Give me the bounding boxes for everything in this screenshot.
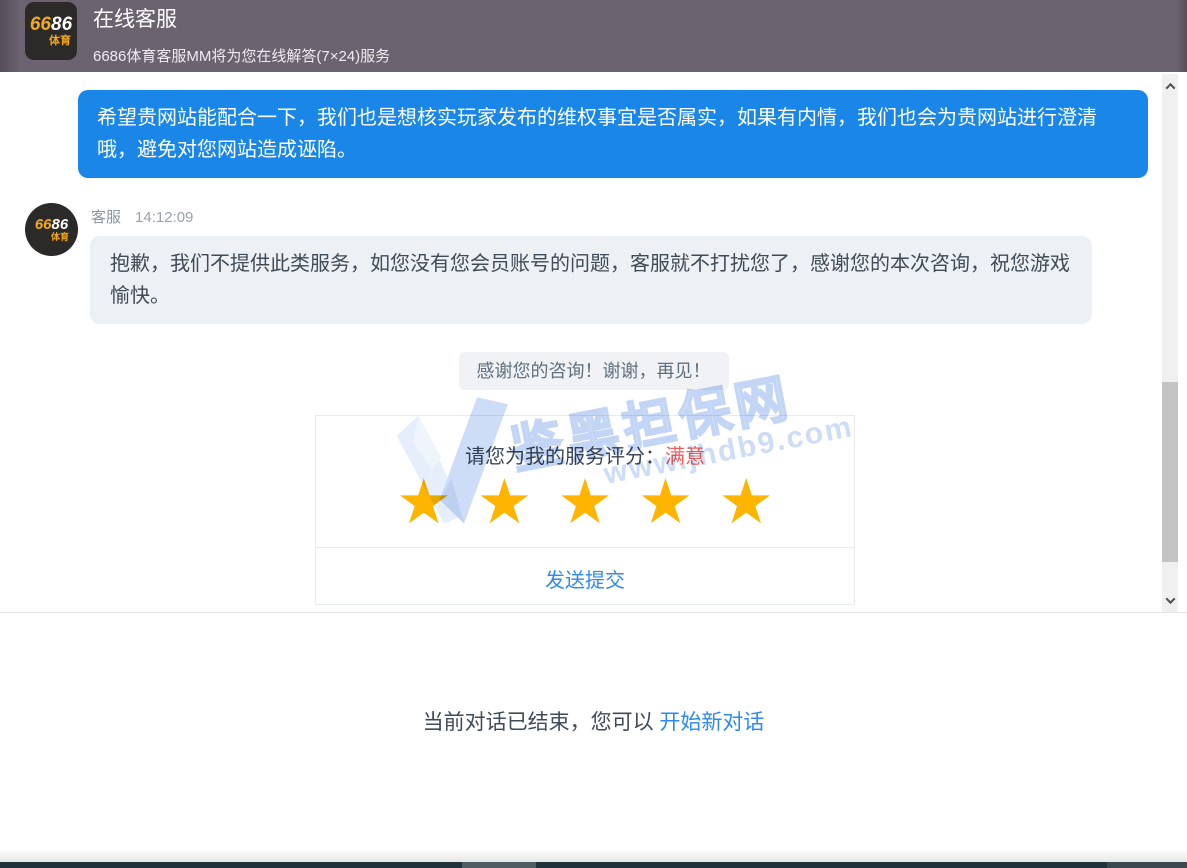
rating-submit-button[interactable]: 发送提交 [316, 564, 854, 593]
agent-meta: 客服 14:12:09 [91, 206, 193, 227]
chat-footer-divider [0, 612, 1187, 613]
start-new-chat-link[interactable]: 开始新对话 [659, 711, 764, 734]
chevron-down-icon [1165, 594, 1175, 604]
rating-selected-option[interactable]: 满意 [665, 446, 705, 468]
header-text: 在线客服 6686体育客服MM将为您在线解答(7×24)服务 [93, 3, 390, 66]
rating-divider [316, 547, 854, 548]
agent-name: 客服 [91, 209, 121, 226]
taskbar-segment [462, 862, 536, 868]
brand-logo: 6686 体育 [25, 2, 77, 60]
star-icon[interactable]: ★ [477, 466, 533, 540]
star-icon[interactable]: ★ [638, 466, 694, 540]
scroll-up-button[interactable] [1162, 78, 1178, 94]
system-message-bubble: 感谢您的咨询！谢谢，再见！ [459, 352, 729, 390]
rating-prompt: 请您为我的服务评分：满意 [316, 440, 854, 469]
conversation-ended-line: 当前对话已结束，您可以 开始新对话 [0, 706, 1187, 736]
star-row: ★ ★ ★ ★ ★ [316, 466, 854, 540]
taskbar-segment [1107, 862, 1187, 868]
page-title: 在线客服 [93, 3, 390, 33]
agent-message-bubble: 抱歉，我们不提供此类服务，如您没有您会员账号的问题，客服就不打扰您了，感谢您的本… [90, 236, 1092, 324]
star-icon[interactable]: ★ [396, 466, 452, 540]
rating-prompt-label: 请您为我的服务评分： [465, 446, 665, 468]
window-bottom-edge [0, 851, 1187, 862]
scroll-down-button[interactable] [1162, 592, 1178, 608]
agent-avatar: 6686 体育 [25, 203, 78, 256]
star-icon[interactable]: ★ [557, 466, 613, 540]
conversation-ended-text: 当前对话已结束，您可以 [423, 711, 660, 734]
agent-avatar-number: 6686 [35, 217, 68, 232]
chevron-up-icon [1165, 82, 1175, 92]
chat-window: 6686 体育 在线客服 6686体育客服MM将为您在线解答(7×24)服务 希… [0, 0, 1187, 868]
scrollbar-thumb[interactable] [1162, 382, 1178, 562]
scrollbar[interactable] [1162, 74, 1178, 612]
page-subtitle: 6686体育客服MM将为您在线解答(7×24)服务 [93, 45, 390, 66]
chat-header: 6686 体育 在线客服 6686体育客服MM将为您在线解答(7×24)服务 [0, 0, 1187, 72]
visitor-message-bubble: 希望贵网站能配合一下，我们也是想核实玩家发布的维权事宜是否属实，如果有内情，我们… [78, 90, 1148, 178]
message-timestamp: 14:12:09 [135, 209, 193, 226]
agent-avatar-badge: 体育 [51, 233, 69, 242]
taskbar-strip [0, 862, 1187, 868]
brand-logo-badge: 体育 [49, 36, 71, 47]
rating-card: 请您为我的服务评分：满意 ★ ★ ★ ★ ★ 发送提交 [315, 415, 855, 605]
brand-logo-number: 6686 [30, 15, 72, 34]
star-icon[interactable]: ★ [718, 466, 774, 540]
